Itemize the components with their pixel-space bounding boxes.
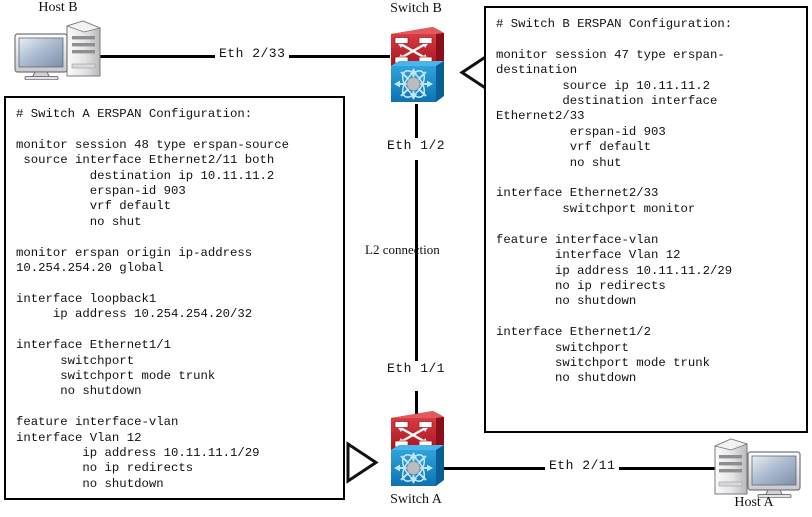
host-b-icon bbox=[12, 18, 104, 81]
link-trunk-upper bbox=[415, 160, 418, 375]
network-diagram: Host B Host A Switch B Switch A Eth 2/33… bbox=[0, 0, 812, 517]
switch-a-icon bbox=[383, 406, 449, 490]
link-label-eth-2-11: Eth 2/11 bbox=[545, 458, 620, 473]
link-label-eth-1-2: Eth 1/2 bbox=[383, 138, 450, 153]
switch-b-icon bbox=[383, 22, 449, 106]
link-label-l2-connection: L2 connection bbox=[365, 242, 440, 257]
host-a-icon bbox=[710, 436, 802, 499]
link-label-eth-2-33: Eth 2/33 bbox=[215, 46, 290, 61]
switch-b-config-box: # Switch B ERSPAN Configuration: monitor… bbox=[484, 6, 808, 433]
switch-b-config-text: # Switch B ERSPAN Configuration: monitor… bbox=[496, 17, 733, 386]
switch-b-label: Switch B bbox=[390, 1, 442, 16]
link-label-eth-1-1: Eth 1/1 bbox=[383, 361, 450, 376]
host-b-label: Host B bbox=[38, 0, 78, 15]
host-a-label: Host A bbox=[734, 495, 774, 510]
triangle-right-icon bbox=[345, 440, 379, 490]
switch-a-config-box: # Switch A ERSPAN Configuration: monitor… bbox=[4, 96, 345, 500]
link-switch-b-down bbox=[415, 104, 418, 140]
switch-a-label: Switch A bbox=[390, 492, 442, 507]
switch-a-config-text: # Switch A ERSPAN Configuration: monitor… bbox=[16, 107, 290, 491]
